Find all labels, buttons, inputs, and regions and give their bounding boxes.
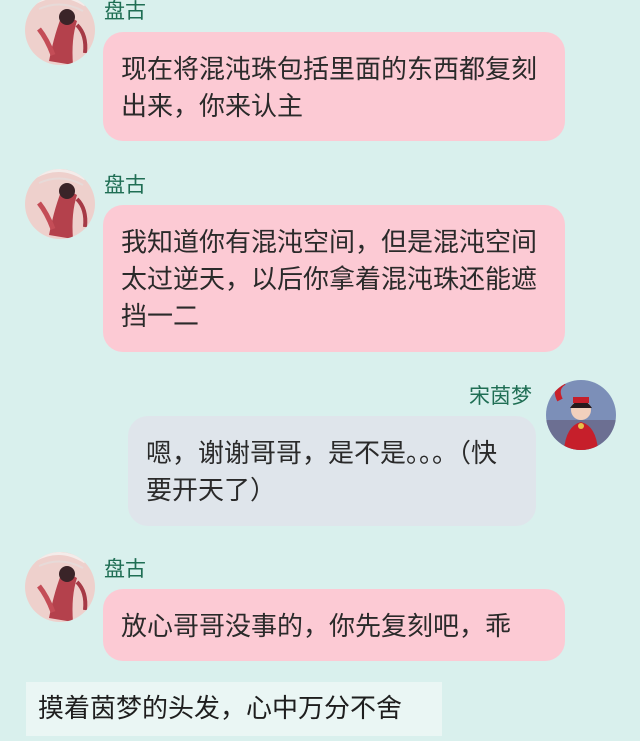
sender-name: 盘古 (104, 173, 146, 197)
message-bubble[interactable]: 嗯，谢谢哥哥，是不是。。。（快要开天了） (128, 416, 536, 526)
message-bubble[interactable]: 我知道你有混沌空间，但是混沌空间太过逆天，以后你拿着混沌珠还能遮挡一二 (103, 205, 565, 352)
sender-name: 宋茵梦 (469, 384, 532, 408)
message-bubble[interactable]: 放心哥哥没事的，你先复刻吧，乖 (103, 589, 565, 661)
sender-name: 盘古 (104, 0, 146, 23)
message-bubble[interactable]: 现在将混沌珠包括里面的东西都复刻出来，你来认主 (103, 32, 565, 141)
pangu-avatar[interactable] (25, 169, 95, 239)
caption-text: 摸着茵梦的头发，心中万分不舍 (26, 682, 442, 736)
songyinmeng-avatar[interactable] (546, 380, 616, 450)
sender-name: 盘古 (104, 557, 146, 581)
pangu-avatar[interactable] (25, 0, 95, 65)
pangu-avatar[interactable] (25, 552, 95, 622)
